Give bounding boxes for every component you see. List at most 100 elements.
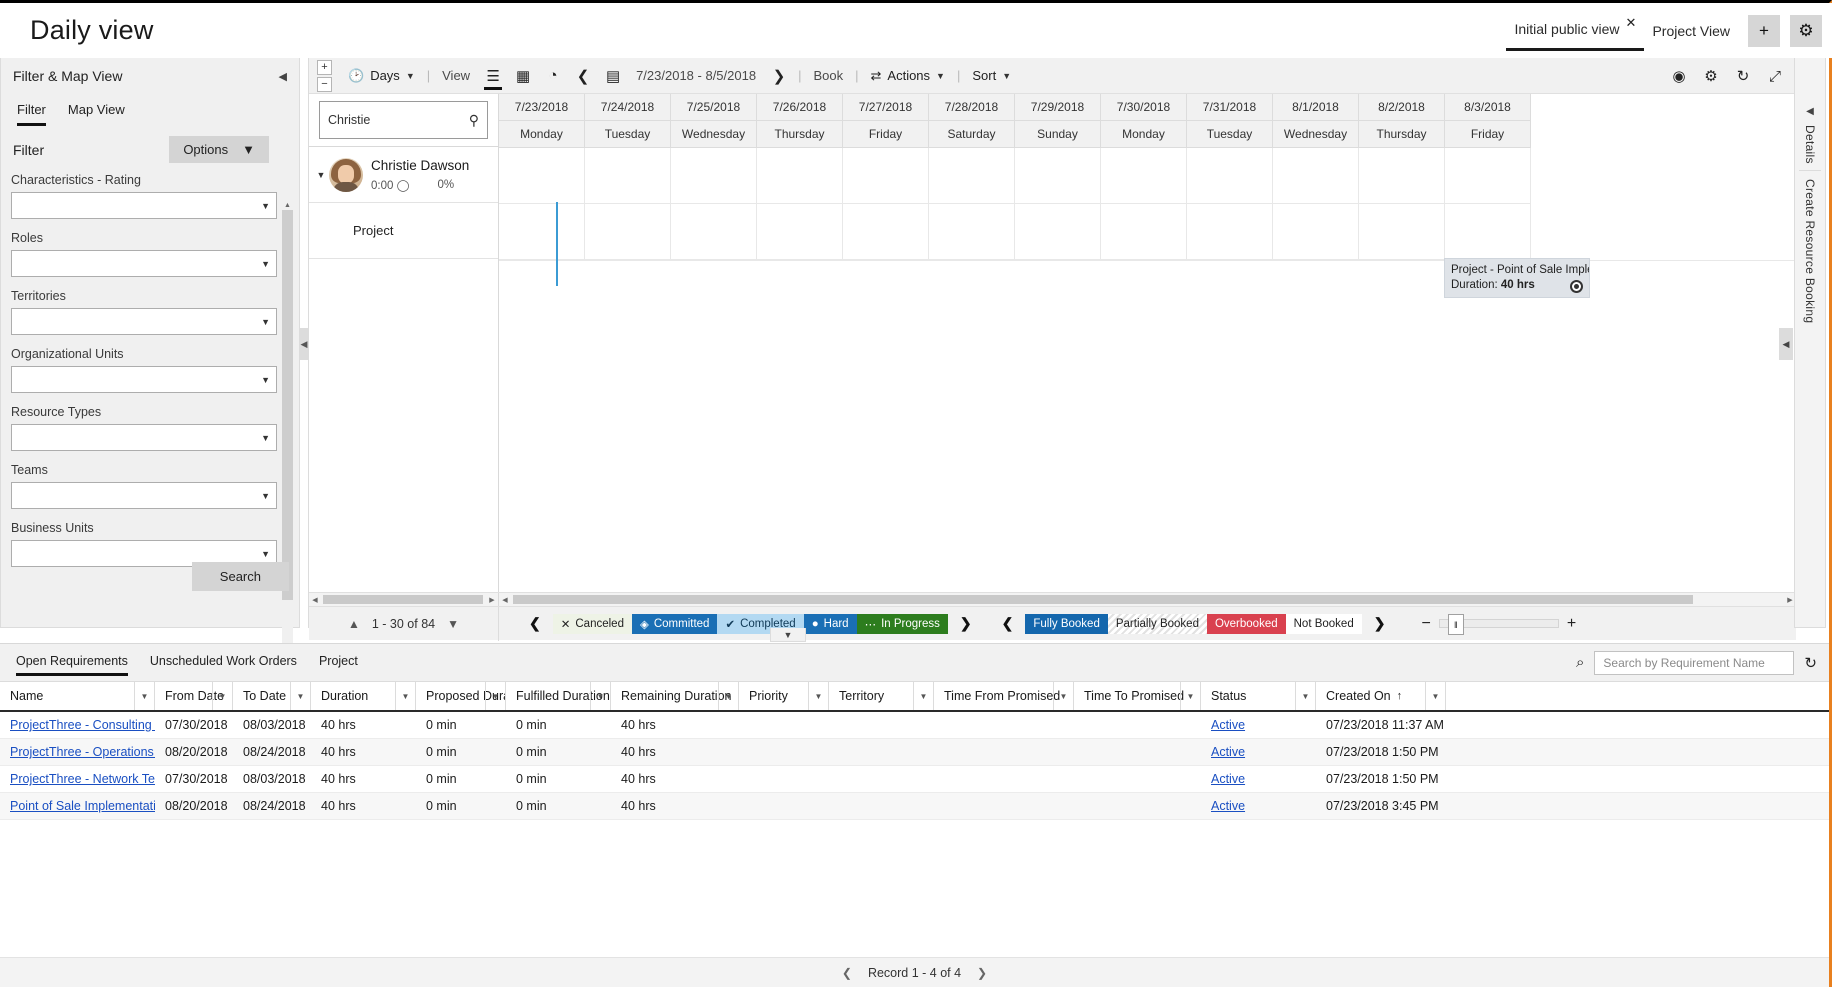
table-row[interactable]: ProjectThree - Network Technician 07/30/… <box>0 766 1829 793</box>
calendar-cell[interactable] <box>1187 204 1273 260</box>
close-icon[interactable]: ✕ <box>1626 15 1637 31</box>
tab-filter[interactable]: Filter <box>17 102 46 126</box>
requirement-link[interactable]: ProjectThree - Network Technician <box>10 772 155 786</box>
collapse-all-icon[interactable]: − <box>317 77 332 92</box>
calendar-cell[interactable] <box>1445 204 1531 260</box>
calendar-cell[interactable] <box>499 148 585 204</box>
scrollbar-thumb[interactable] <box>323 595 483 604</box>
filter-icon[interactable]: ▼ <box>718 682 738 710</box>
booking-legend-next-icon[interactable]: ❯ <box>1362 615 1398 632</box>
requirement-link[interactable]: ProjectThree - Operations Analyst <box>10 745 155 759</box>
filter-icon[interactable]: ▼ <box>1053 682 1073 710</box>
tab-open-requirements[interactable]: Open Requirements <box>16 651 128 675</box>
column-header-territory[interactable]: Territory ▼ <box>829 682 934 710</box>
characteristics-rating-select[interactable]: ▼ <box>11 192 277 219</box>
legend-prev-icon[interactable]: ❮ <box>517 615 553 632</box>
requirement-search-input[interactable]: Search by Requirement Name <box>1594 651 1794 675</box>
record-next-icon[interactable]: ❯ <box>977 966 987 980</box>
actions-dropdown[interactable]: ⇄ Actions ▼ <box>863 58 953 94</box>
column-header-created-on[interactable]: Created On ↑ ▼ <box>1316 682 1446 710</box>
table-row[interactable]: ProjectThree - Consulting Lead 07/30/201… <box>0 712 1829 739</box>
view-tab-project-view[interactable]: Project View <box>1644 11 1738 51</box>
options-button[interactable]: Options ▼ <box>169 136 269 163</box>
calendar-cell[interactable] <box>1187 148 1273 204</box>
cell-name[interactable]: ProjectThree - Consulting Lead <box>0 718 155 732</box>
scroll-left-icon[interactable]: ◀ <box>499 593 511 606</box>
resource-types-select[interactable]: ▼ <box>11 424 277 451</box>
scroll-up-icon[interactable]: ▲ <box>282 200 293 210</box>
refresh-icon[interactable]: ↻ <box>1804 654 1817 672</box>
resource-search-input[interactable]: Christie ⚲ <box>319 101 488 139</box>
calendar-cell[interactable] <box>1273 148 1359 204</box>
expand-icon[interactable]: ⤢ <box>1760 58 1790 94</box>
cell-status[interactable]: Active <box>1201 772 1316 786</box>
calendar-cell[interactable] <box>1445 148 1531 204</box>
status-link[interactable]: Active <box>1211 718 1245 732</box>
calendar-cell[interactable] <box>1101 204 1187 260</box>
zoom-out-icon[interactable]: − <box>1421 615 1430 633</box>
panel-splitter[interactable]: ◀ <box>300 328 308 360</box>
booking-block[interactable]: Project - Point of Sale Implementa Durat… <box>1444 258 1590 298</box>
legend-chip-partially-booked[interactable]: Partially Booked <box>1108 614 1207 634</box>
roles-select[interactable]: ▼ <box>11 250 277 277</box>
legend-next-icon[interactable]: ❯ <box>948 615 984 632</box>
legend-chip-not-booked[interactable]: Not Booked <box>1286 614 1362 634</box>
eye-icon[interactable]: ◉ <box>1664 58 1694 94</box>
status-link[interactable]: Active <box>1211 799 1245 813</box>
tab-unscheduled-work-orders[interactable]: Unscheduled Work Orders <box>150 651 297 675</box>
calendar-cell[interactable] <box>1273 204 1359 260</box>
filter-icon[interactable]: ▼ <box>1425 682 1445 710</box>
cell-status[interactable]: Active <box>1201 799 1316 813</box>
table-row[interactable]: Point of Sale Implementation - O... 08/2… <box>0 793 1829 820</box>
column-header-remaining-duration[interactable]: Remaining Duration ▼ <box>611 682 739 710</box>
filter-icon[interactable]: ▼ <box>212 682 232 710</box>
filter-icon[interactable]: ▼ <box>590 682 610 710</box>
cell-name[interactable]: Point of Sale Implementation - O... <box>0 799 155 813</box>
legend-chip-overbooked[interactable]: Overbooked <box>1207 614 1286 634</box>
requirement-link[interactable]: ProjectThree - Consulting Lead <box>10 718 155 732</box>
scroll-right-icon[interactable]: ▶ <box>486 593 498 606</box>
filter-icon[interactable]: ▼ <box>290 682 310 710</box>
territories-select[interactable]: ▼ <box>11 308 277 335</box>
cell-name[interactable]: ProjectThree - Network Technician <box>0 772 155 786</box>
calendar-cell[interactable] <box>585 204 671 260</box>
calendar-picker-icon[interactable]: ▤ <box>598 58 628 94</box>
calendar-cell[interactable] <box>1359 148 1445 204</box>
board-collapse-handle[interactable]: ▼ <box>770 628 806 642</box>
filter-icon[interactable]: ▼ <box>1295 682 1315 710</box>
calendar-cell[interactable] <box>929 204 1015 260</box>
zoom-in-icon[interactable]: + <box>1567 615 1576 633</box>
column-header-fulfilled-duration[interactable]: Fulfilled Duration ▼ <box>506 682 611 710</box>
status-link[interactable]: Active <box>1211 745 1245 759</box>
filter-icon[interactable]: ▼ <box>1180 682 1200 710</box>
prev-period-button[interactable]: ❮ <box>568 58 598 94</box>
calendar-cell[interactable] <box>1015 204 1101 260</box>
column-header-name[interactable]: Name ▼ <box>0 682 155 710</box>
zoom-slider-track[interactable]: ‖ <box>1439 619 1559 628</box>
booking-legend-prev-icon[interactable]: ❮ <box>990 615 1026 632</box>
search-icon[interactable]: ⚲ <box>469 112 479 129</box>
board-settings-button[interactable]: ⚙ <box>1790 15 1822 47</box>
gear-icon[interactable]: ⚙ <box>1696 58 1726 94</box>
organizational-units-select[interactable]: ▼ <box>11 366 277 393</box>
calendar-hscrollbar[interactable]: ◀ ▶ <box>499 593 1796 606</box>
legend-chip-hard[interactable]: ● Hard <box>804 614 857 634</box>
legend-chip-fully-booked[interactable]: Fully Booked <box>1025 614 1107 634</box>
scrollbar-thumb[interactable] <box>282 210 293 600</box>
table-row[interactable]: ProjectThree - Operations Analyst 08/20/… <box>0 739 1829 766</box>
column-header-proposed-duration[interactable]: Proposed Duration ▼ <box>416 682 506 710</box>
calendar-cell[interactable] <box>671 148 757 204</box>
sort-dropdown[interactable]: Sort ▼ <box>964 58 1019 94</box>
filter-icon[interactable]: ▼ <box>808 682 828 710</box>
calendar-cell[interactable] <box>757 148 843 204</box>
calendar-cell[interactable] <box>499 204 585 260</box>
chevron-down-icon[interactable]: ▼ <box>313 170 329 180</box>
calendar-cell[interactable] <box>843 204 929 260</box>
legend-chip-committed[interactable]: ◈ Committed <box>632 614 717 634</box>
record-prev-icon[interactable]: ❮ <box>842 966 852 980</box>
calendar-cell[interactable] <box>1101 148 1187 204</box>
grid-view-icon[interactable]: ▦ <box>508 58 538 94</box>
column-header-time-from-promised[interactable]: Time From Promised ▼ <box>934 682 1074 710</box>
resource-subrow-project[interactable]: Project <box>309 203 498 259</box>
status-link[interactable]: Active <box>1211 772 1245 786</box>
